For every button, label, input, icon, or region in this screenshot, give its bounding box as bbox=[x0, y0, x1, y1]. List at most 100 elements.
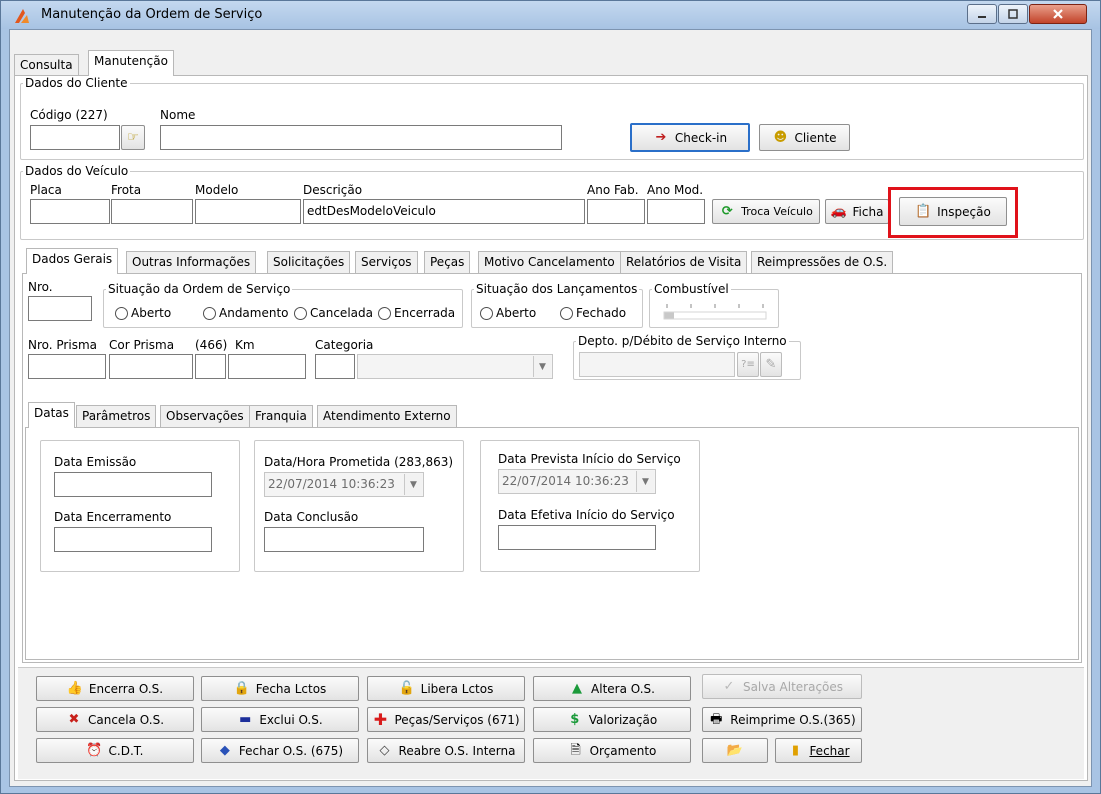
checkin-button[interactable]: ➔ Check-in bbox=[630, 123, 750, 152]
tab-dados-gerais[interactable]: Dados Gerais bbox=[26, 248, 119, 274]
tab-parametros[interactable]: Parâmetros bbox=[76, 405, 157, 427]
alarm-clock-icon: ⏰ bbox=[86, 743, 103, 758]
tab-motivo-cancelamento[interactable]: Motivo Cancelamento bbox=[478, 251, 621, 273]
ficha-button[interactable]: 🚗 Ficha bbox=[825, 199, 889, 224]
tab-solicitacoes[interactable]: Solicitações bbox=[267, 251, 351, 273]
help-search-icon: ?≡ bbox=[741, 358, 755, 370]
tab-pecas[interactable]: Peças bbox=[424, 251, 471, 273]
depto-clear-button[interactable]: ✎ bbox=[760, 352, 782, 377]
km-label: Km bbox=[235, 338, 255, 352]
categoria-select[interactable]: ▼ bbox=[357, 354, 553, 379]
printer-icon: 🖶 bbox=[710, 712, 723, 727]
orcamento-button[interactable]: 🗎 Orçamento bbox=[533, 738, 691, 763]
maximize-button[interactable] bbox=[998, 4, 1028, 24]
datas-panel: Data Emissão Data Encerramento Data/Hora… bbox=[25, 427, 1079, 660]
data-emissao-label: Data Emissão bbox=[54, 455, 137, 469]
encerra-os-button[interactable]: 👍 Encerra O.S. bbox=[36, 676, 194, 701]
ano-fab-input[interactable] bbox=[587, 199, 645, 224]
minimize-button[interactable] bbox=[967, 4, 997, 24]
plus-icon: ✚ bbox=[373, 709, 388, 729]
inspecao-highlight-box bbox=[888, 187, 1018, 238]
km-code-label: (466) bbox=[195, 338, 228, 352]
reabre-os-interna-button[interactable]: ◇ Reabre O.S. Interna bbox=[367, 738, 525, 763]
radio-lanc-aberto[interactable]: Aberto bbox=[480, 306, 536, 320]
troca-veiculo-button[interactable]: ⟳ Troca Veículo bbox=[712, 199, 820, 224]
radio-os-encerrada[interactable]: Encerrada bbox=[378, 306, 455, 320]
dados-cliente-legend: Dados do Cliente bbox=[25, 76, 128, 90]
cdt-button[interactable]: ⏰ C.D.T. bbox=[36, 738, 194, 763]
checkin-icon: ➔ bbox=[655, 130, 667, 145]
diamond-icon: ◆ bbox=[219, 743, 230, 758]
eraser-icon: ✎ bbox=[765, 357, 777, 372]
data-encerramento-input[interactable] bbox=[54, 527, 212, 552]
data-prevista-select[interactable]: 22/07/2014 10:36:23 ▼ bbox=[498, 469, 656, 494]
data-efetiva-label: Data Efetiva Início do Serviço bbox=[498, 508, 675, 522]
cliente-button[interactable]: ☻ Cliente bbox=[759, 124, 850, 151]
title-bar[interactable]: Manutenção da Ordem de Serviço bbox=[1, 1, 1100, 29]
combustivel-slider[interactable] bbox=[663, 302, 767, 320]
open-folder-button[interactable]: 📂 bbox=[702, 738, 768, 763]
valorizacao-button[interactable]: $ Valorização bbox=[533, 707, 691, 732]
depto-input[interactable] bbox=[579, 352, 735, 377]
cor-prisma-input[interactable] bbox=[109, 354, 193, 379]
modelo-input[interactable] bbox=[195, 199, 301, 224]
close-window-button[interactable] bbox=[1029, 4, 1087, 24]
pointing-hand-icon: ☞ bbox=[127, 130, 139, 145]
codigo-search-button[interactable]: ☞ bbox=[121, 125, 145, 150]
app-logo-icon bbox=[15, 9, 29, 23]
radio-lanc-fechado[interactable]: Fechado bbox=[560, 306, 626, 320]
tab-reimpressoes[interactable]: Reimpressões de O.S. bbox=[751, 251, 894, 273]
fuel-gauge-icon bbox=[663, 304, 767, 320]
altera-os-button[interactable]: ▲ Altera O.S. bbox=[533, 676, 691, 701]
categoria-code-input[interactable] bbox=[315, 354, 355, 379]
tab-observacoes[interactable]: Observações bbox=[160, 405, 250, 427]
tab-consulta[interactable]: Consulta bbox=[14, 54, 79, 76]
tab-servicos[interactable]: Serviços bbox=[355, 251, 418, 273]
dollar-icon: $ bbox=[570, 712, 580, 727]
data-efetiva-input[interactable] bbox=[498, 525, 656, 550]
combustivel-legend: Combustível bbox=[654, 282, 729, 296]
nro-prisma-input[interactable] bbox=[28, 354, 106, 379]
data-conclusao-input[interactable] bbox=[264, 527, 424, 552]
km-input[interactable] bbox=[228, 354, 306, 379]
frota-label: Frota bbox=[111, 183, 142, 197]
exclui-os-button[interactable]: ▬ Exclui O.S. bbox=[201, 707, 359, 732]
nro-input[interactable] bbox=[28, 296, 92, 321]
descricao-input[interactable]: edtDesModeloVeiculo bbox=[303, 199, 585, 224]
radio-os-aberto[interactable]: Aberto bbox=[115, 306, 171, 320]
data-emissao-input[interactable] bbox=[54, 472, 212, 497]
codigo-input[interactable] bbox=[30, 125, 120, 150]
tab-atendimento-externo[interactable]: Atendimento Externo bbox=[317, 405, 457, 427]
data-prometida-select[interactable]: 22/07/2014 10:36:23 ▼ bbox=[264, 472, 424, 497]
exit-door-icon: ▮ bbox=[791, 743, 800, 758]
libera-lctos-button[interactable]: 🔓 Libera Lctos bbox=[367, 676, 525, 701]
data-encerramento-label: Data Encerramento bbox=[54, 510, 172, 524]
tab-relatorios-visita[interactable]: Relatórios de Visita bbox=[620, 251, 748, 273]
km-code-input[interactable] bbox=[195, 354, 226, 379]
fechar-button[interactable]: ▮ Fechar bbox=[775, 738, 862, 763]
fecha-lctos-button[interactable]: 🔒 Fecha Lctos bbox=[201, 676, 359, 701]
car-icon: 🚗 bbox=[830, 204, 847, 219]
nome-input[interactable] bbox=[160, 125, 562, 150]
placa-label: Placa bbox=[30, 183, 62, 197]
depto-legend: Depto. p/Débito de Serviço Interno bbox=[578, 334, 787, 348]
tab-outras-informacoes[interactable]: Outras Informações bbox=[126, 251, 257, 273]
fechar-os-button[interactable]: ◆ Fechar O.S. (675) bbox=[201, 738, 359, 763]
depto-search-button[interactable]: ?≡ bbox=[737, 352, 759, 377]
placa-input[interactable] bbox=[30, 199, 110, 224]
salva-alteracoes-button[interactable]: ✓ Salva Alterações bbox=[702, 674, 862, 699]
categoria-label: Categoria bbox=[315, 338, 374, 352]
tab-datas[interactable]: Datas bbox=[28, 402, 75, 428]
tab-franquia[interactable]: Franquia bbox=[249, 405, 313, 427]
reimprime-os-button[interactable]: 🖶 Reimprime O.S.(365) bbox=[702, 707, 862, 732]
radio-os-andamento[interactable]: Andamento bbox=[203, 306, 289, 320]
pecas-servicos-button[interactable]: ✚ Peças/Serviços (671) bbox=[367, 707, 525, 732]
frota-input[interactable] bbox=[111, 199, 193, 224]
folder-icon: 📂 bbox=[726, 743, 744, 758]
tab-manutencao[interactable]: Manutenção bbox=[88, 50, 174, 76]
radio-circle-icon bbox=[480, 306, 493, 320]
radio-os-cancelada[interactable]: Cancelada bbox=[294, 306, 373, 320]
cancela-os-button[interactable]: ✖ Cancela O.S. bbox=[36, 707, 194, 732]
ano-mod-input[interactable] bbox=[647, 199, 705, 224]
radio-circle-icon bbox=[203, 306, 216, 320]
